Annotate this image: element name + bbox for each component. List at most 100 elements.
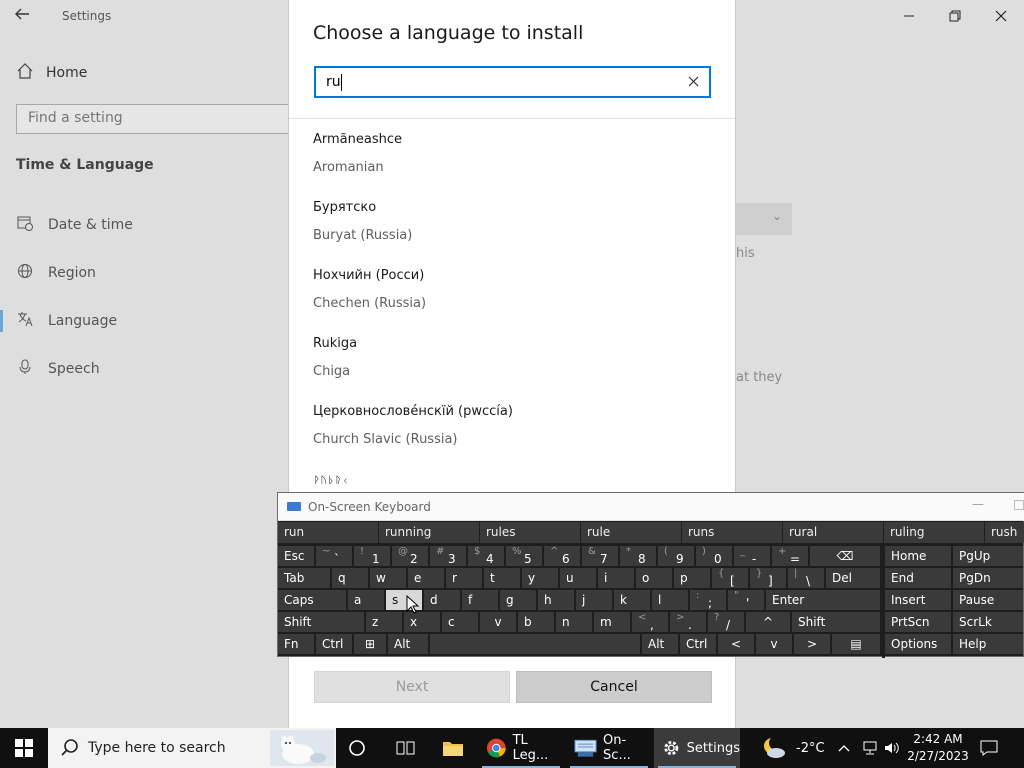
key-][interactable]: }] (750, 568, 786, 588)
key-i[interactable]: i (598, 568, 634, 588)
find-setting-input[interactable]: Find a setting (16, 104, 296, 134)
language-search-input[interactable]: ru (314, 66, 711, 98)
key-2[interactable]: @2 (392, 546, 428, 566)
task-view-button[interactable] (388, 728, 428, 768)
osk-titlebar[interactable]: On-Screen Keyboard — (278, 493, 1024, 521)
key-^[interactable]: ^ (746, 612, 790, 632)
sidebar-item-language[interactable]: Language (16, 311, 117, 331)
key-1[interactable]: ! 1 (354, 546, 390, 566)
weather-widget[interactable]: -2°C (760, 728, 825, 768)
key-⌫[interactable]: ⌫ (810, 546, 880, 566)
back-arrow-icon[interactable] (14, 6, 38, 28)
key-t[interactable]: t (484, 568, 520, 588)
suggestion-running[interactable]: running (379, 522, 479, 543)
key-'[interactable]: " ' (728, 590, 764, 610)
suggestion-rush[interactable]: rush (985, 522, 1024, 543)
key-x[interactable]: x (404, 612, 440, 632)
key-4[interactable]: $4 (468, 546, 504, 566)
language-list-item[interactable]: Armãneashce Aromanian (289, 128, 735, 196)
taskbar-clock[interactable]: 2:42 AM 2/27/2023 (906, 731, 970, 765)
language-list-item[interactable]: Нохчийн (Росси) Chechen (Russia) (289, 264, 735, 332)
key-end[interactable]: End (885, 568, 951, 588)
home-nav[interactable]: Home (16, 62, 87, 84)
network-button[interactable] (862, 728, 880, 768)
key-o[interactable]: o (636, 568, 672, 588)
key-q[interactable]: q (332, 568, 368, 588)
key-shift[interactable]: Shift (792, 612, 880, 632)
suggestion-run[interactable]: run (278, 522, 378, 543)
key-j[interactable]: j (576, 590, 612, 610)
key-`[interactable]: ~ ` (316, 546, 352, 566)
sidebar-item-region[interactable]: Region (16, 263, 96, 283)
key-prtscn[interactable]: PrtScn (885, 612, 951, 632)
minimize-button[interactable] (886, 0, 932, 32)
language-list-item-partial[interactable]: ᚹᚢᚦᚱᚲ (313, 474, 349, 484)
file-explorer-button[interactable] (434, 728, 476, 768)
key-l[interactable]: l (652, 590, 688, 610)
key-pgdn[interactable]: PgDn (953, 568, 1023, 588)
key-0[interactable]: ) 0 (696, 546, 732, 566)
key-ctrl[interactable]: Ctrl (316, 634, 352, 654)
key-del[interactable]: Del (826, 568, 880, 588)
key--[interactable]: _ - (734, 546, 770, 566)
key-k[interactable]: k (614, 590, 650, 610)
key-.[interactable]: >. (670, 612, 706, 632)
key-7[interactable]: & 7 (582, 546, 618, 566)
taskbar-app-osk[interactable]: On-Sc... (566, 728, 652, 768)
key-9[interactable]: (9 (658, 546, 694, 566)
key-d[interactable]: d (424, 590, 460, 610)
key-alt[interactable]: Alt (388, 634, 428, 654)
key-caps[interactable]: Caps (278, 590, 346, 610)
key-,[interactable]: <, (632, 612, 668, 632)
key-\[interactable]: | \ (788, 568, 824, 588)
key-r[interactable]: r (446, 568, 482, 588)
volume-button[interactable] (884, 728, 902, 768)
key-e[interactable]: e (408, 568, 444, 588)
key-5[interactable]: % 5 (506, 546, 542, 566)
key-help[interactable]: Help (953, 634, 1023, 654)
sidebar-item-date-time[interactable]: Date & time (16, 215, 133, 235)
key-▤[interactable]: ▤ (832, 634, 880, 654)
key-c[interactable]: c (442, 612, 478, 632)
key-;[interactable]: :; (690, 590, 726, 610)
key-<[interactable]: < (718, 634, 754, 654)
key-3[interactable]: #3 (430, 546, 466, 566)
key-[[interactable]: {[ (712, 568, 748, 588)
language-list-item[interactable]: Rukiga Chiga (289, 332, 735, 400)
osk-maximize-button[interactable] (1014, 500, 1024, 510)
key->[interactable]: > (794, 634, 830, 654)
key-v[interactable]: v (480, 612, 516, 632)
cancel-button[interactable]: Cancel (516, 671, 712, 703)
restore-button[interactable] (932, 0, 978, 32)
key-a[interactable]: a (348, 590, 384, 610)
language-list-item[interactable]: Бурятско Buryat (Russia) (289, 196, 735, 264)
suggestion-ruling[interactable]: ruling (884, 522, 984, 543)
key-h[interactable]: h (538, 590, 574, 610)
key-pgup[interactable]: PgUp (953, 546, 1023, 566)
key-esc[interactable]: Esc (278, 546, 314, 566)
key-p[interactable]: p (674, 568, 710, 588)
language-list-item[interactable]: Церковнослове́нскїй (рwссі́а) Church Sla… (289, 400, 735, 468)
key-/[interactable]: ? / (708, 612, 744, 632)
key-space[interactable] (430, 634, 640, 654)
sidebar-item-speech[interactable]: Speech (16, 359, 100, 379)
close-button[interactable] (978, 0, 1024, 32)
key-n[interactable]: n (556, 612, 592, 632)
cortana-button[interactable] (340, 728, 380, 768)
taskbar-search-box[interactable]: Type here to search (48, 728, 336, 768)
key-tab[interactable]: Tab (278, 568, 330, 588)
key-⊞[interactable]: ⊞ (354, 634, 386, 654)
start-button[interactable] (0, 728, 48, 768)
key-8[interactable]: * 8 (620, 546, 656, 566)
key-fn[interactable]: Fn (278, 634, 314, 654)
key-insert[interactable]: Insert (885, 590, 951, 610)
key-options[interactable]: Options (885, 634, 951, 654)
key-=[interactable]: + = (772, 546, 808, 566)
key-scrlk[interactable]: ScrLk (953, 612, 1023, 632)
clear-search-icon[interactable] (683, 72, 703, 92)
polar-bear-highlight-icon[interactable] (270, 730, 334, 766)
next-button[interactable]: Next (314, 671, 510, 703)
key-f[interactable]: f (462, 590, 498, 610)
taskbar-app-settings[interactable]: Settings (654, 728, 740, 768)
key-pause[interactable]: Pause (953, 590, 1023, 610)
